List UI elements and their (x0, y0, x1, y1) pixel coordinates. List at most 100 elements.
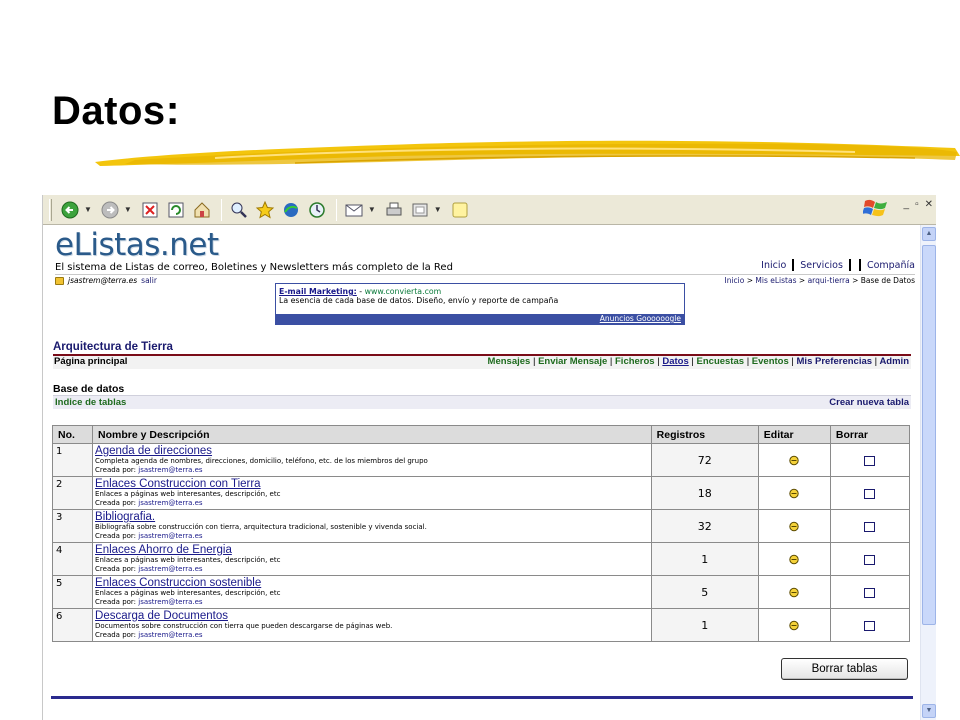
browser-screenshot: ▼ ▼ ▼ ▼ _ ▫ ✕ ▲ ▼ eListas.net El sistema… (42, 195, 936, 720)
search-icon[interactable] (227, 198, 251, 222)
ad-banner[interactable]: E-mail Marketing: - www.convierta.com La… (275, 283, 685, 325)
creator-email-link[interactable]: jsastrem@terra.es (138, 466, 202, 474)
print-icon[interactable] (382, 198, 406, 222)
windows-logo-icon (863, 199, 887, 217)
ad-title[interactable]: E-mail Marketing: (279, 287, 357, 296)
creator-email-link[interactable]: jsastrem@terra.es (138, 499, 202, 507)
favorites-icon[interactable] (253, 198, 277, 222)
media-icon[interactable] (279, 198, 303, 222)
delete-checkbox[interactable] (864, 488, 876, 499)
maximize-icon[interactable]: ▫ (915, 199, 919, 210)
created-by-label: Creada por: (95, 598, 139, 606)
edit-dropdown-icon[interactable]: ▼ (434, 205, 442, 214)
table-row: 3 Bibliografia. Bibliografía sobre constru… (51, 509, 911, 543)
table-description: Enlaces a páginas web interesantes, desc… (95, 556, 281, 564)
ad-url[interactable]: www.convierta.com (365, 287, 442, 296)
tables-list: No. Nombre y Descripción Registros Edita… (51, 425, 911, 642)
table-name-link[interactable]: Enlaces Ahorro de Energia (95, 544, 649, 556)
delete-cell (829, 608, 911, 642)
back-icon[interactable] (58, 198, 82, 222)
edit-icon[interactable] (788, 620, 800, 631)
vertical-scrollbar[interactable]: ▲ ▼ (920, 225, 936, 720)
record-count: 1 (650, 608, 759, 642)
ad-footer-link[interactable]: Anuncios Goooooogle (276, 314, 684, 324)
close-icon[interactable]: ✕ (925, 199, 933, 210)
home-icon[interactable] (190, 198, 214, 222)
table-name-link[interactable]: Agenda de direcciones (95, 445, 649, 457)
minimize-icon[interactable]: _ (904, 199, 910, 210)
table-description: Documentos sobre construcción con tierra… (95, 622, 393, 630)
nav-admin[interactable]: Admin (879, 356, 909, 367)
toolbar-grip (49, 198, 52, 221)
nav-inicio-link[interactable]: Inicio (761, 260, 786, 271)
row-number: 2 (51, 476, 94, 510)
messenger-icon[interactable] (448, 198, 472, 222)
header-divider (55, 274, 915, 275)
logout-link[interactable]: salir (141, 276, 157, 285)
edit-icon[interactable] (788, 455, 800, 466)
back-dropdown-icon[interactable]: ▼ (84, 205, 92, 214)
forward-dropdown-icon[interactable]: ▼ (124, 205, 132, 214)
delete-checkbox[interactable] (864, 554, 876, 565)
creator-email-link[interactable]: jsastrem@terra.es (138, 598, 202, 606)
create-table-link[interactable]: Crear nueva tabla (829, 397, 909, 408)
delete-checkbox[interactable] (864, 587, 876, 598)
breadcrumb-arqui-tierra[interactable]: arqui-tierra (808, 276, 850, 285)
edit-icon[interactable] (788, 488, 800, 499)
scroll-down-icon[interactable]: ▼ (922, 704, 936, 718)
nav-eventos[interactable]: Eventos (752, 356, 789, 367)
table-creator: Creada por: jsastrem@terra.es (95, 565, 649, 574)
nav-enviar-mensaje[interactable]: Enviar Mensaje (538, 356, 607, 367)
edit-icon[interactable] (788, 554, 800, 565)
nav-separator: | (532, 356, 536, 367)
nav-compania-link[interactable]: Compañía (867, 260, 915, 271)
history-icon[interactable] (305, 198, 329, 222)
user-icon (55, 276, 64, 285)
browser-toolbar: ▼ ▼ ▼ ▼ _ ▫ ✕ (43, 195, 936, 225)
table-name-link[interactable]: Enlaces Construccion con Tierra (95, 478, 649, 490)
mail-dropdown-icon[interactable]: ▼ (368, 205, 376, 214)
creator-email-link[interactable]: jsastrem@terra.es (138, 631, 202, 639)
mail-icon[interactable] (342, 198, 366, 222)
creator-email-link[interactable]: jsastrem@terra.es (138, 532, 202, 540)
edit-icon[interactable] (788, 521, 800, 532)
breadcrumb-mis-elistas[interactable]: Mis eListas (755, 276, 796, 285)
table-name-link[interactable]: Descarga de Documentos (95, 610, 649, 622)
scroll-up-icon[interactable]: ▲ (922, 227, 936, 241)
site-logo[interactable]: eListas.net (55, 227, 219, 263)
delete-checkbox[interactable] (864, 521, 876, 532)
group-navbar: Página principal Mensajes | Enviar Mensa… (53, 356, 911, 369)
scrollbar-thumb[interactable] (922, 245, 936, 625)
nav-ficheros[interactable]: Ficheros (615, 356, 655, 367)
delete-checkbox[interactable] (864, 620, 876, 631)
nav-mensajes[interactable]: Mensajes (488, 356, 531, 367)
breadcrumb-inicio[interactable]: Inicio (724, 276, 744, 285)
refresh-icon[interactable] (164, 198, 188, 222)
delete-cell (829, 476, 911, 510)
nav-separator: | (657, 356, 660, 367)
table-row: 2 Enlaces Construccion con Tierra Enlaces … (51, 476, 911, 510)
row-number: 5 (51, 575, 94, 609)
forward-icon[interactable] (98, 198, 122, 222)
nav-servicios-link[interactable]: Servicios (800, 260, 843, 271)
table-row: 5 Enlaces Construccion sostenible Enlaces … (51, 575, 911, 609)
creator-email-link[interactable]: jsastrem@terra.es (138, 565, 202, 573)
nav-encuestas[interactable]: Encuestas (697, 356, 745, 367)
table-description: Enlaces a páginas web interesantes, desc… (95, 490, 281, 498)
delete-checkbox[interactable] (864, 455, 876, 466)
table-index-link[interactable]: Indice de tablas (55, 397, 126, 408)
delete-tables-button[interactable]: Borrar tablas (781, 658, 908, 680)
window-controls: _ ▫ ✕ (904, 199, 934, 210)
record-count: 5 (650, 575, 759, 609)
header-borrar: Borrar (829, 425, 911, 444)
header-editar: Editar (757, 425, 831, 444)
stop-icon[interactable] (138, 198, 162, 222)
nav-datos[interactable]: Datos (662, 356, 688, 367)
table-name-link[interactable]: Bibliografia. (95, 511, 649, 523)
table-name-link[interactable]: Enlaces Construccion sostenible (95, 577, 649, 589)
edit-icon[interactable] (408, 198, 432, 222)
nav-mis-preferencias[interactable]: Mis Preferencias (797, 356, 873, 367)
edit-icon[interactable] (788, 587, 800, 598)
table-description: Enlaces a páginas web interesantes, desc… (95, 589, 281, 597)
edit-cell (757, 509, 831, 543)
